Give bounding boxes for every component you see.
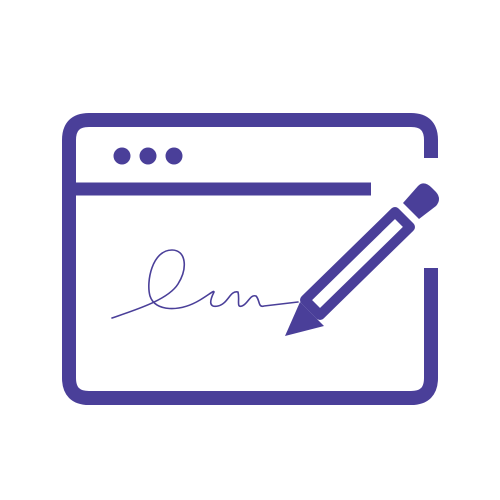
signature-scribble-icon	[111, 249, 299, 319]
window-dot	[165, 147, 183, 165]
window-dot	[113, 147, 131, 165]
window-dots-icon	[113, 147, 183, 165]
pencil-body	[300, 207, 415, 320]
pencil-eraser	[403, 183, 439, 219]
icon-canvas	[0, 0, 500, 500]
window-dot	[139, 147, 157, 165]
pencil-icon	[285, 183, 439, 336]
browser-window-with-signature-icon	[62, 113, 439, 405]
